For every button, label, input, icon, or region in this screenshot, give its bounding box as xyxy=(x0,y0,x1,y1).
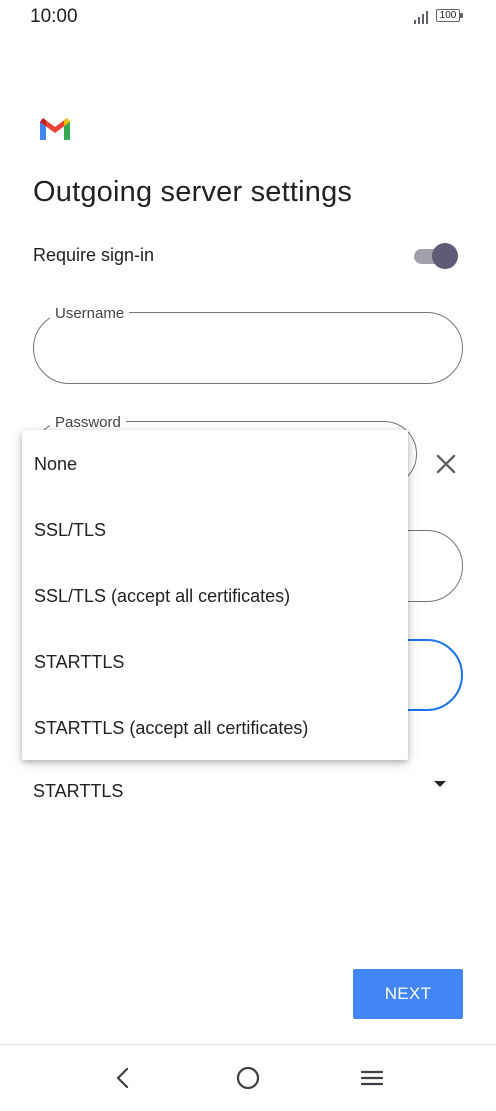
menu-item-label: STARTTLS xyxy=(34,652,125,672)
menu-item-starttls-accept-all[interactable]: STARTTLS (accept all certificates) xyxy=(22,694,408,760)
navigation-bar xyxy=(0,1044,496,1111)
menu-item-label: STARTTLS (accept all certificates) xyxy=(34,718,309,738)
home-icon[interactable] xyxy=(233,1063,263,1093)
menu-item-label: SSL/TLS (accept all certificates) xyxy=(34,586,291,606)
menu-item-label: None xyxy=(34,454,78,474)
clear-icon[interactable] xyxy=(432,450,460,478)
menu-item-ssl-tls-accept-all[interactable]: SSL/TLS (accept all certificates) xyxy=(22,562,408,628)
menu-item-none[interactable]: None xyxy=(22,430,408,496)
menu-icon[interactable] xyxy=(357,1063,387,1093)
menu-item-starttls[interactable]: STARTTLS xyxy=(22,628,408,694)
menu-item-label: SSL/TLS xyxy=(34,520,107,540)
username-field[interactable] xyxy=(33,312,463,384)
dropdown-arrow-icon[interactable] xyxy=(433,779,447,789)
battery-icon: 100 xyxy=(436,9,464,24)
menu-item-ssl-tls[interactable]: SSL/TLS xyxy=(22,496,408,562)
security-type-select[interactable]: STARTTLS xyxy=(33,781,123,802)
require-signin-toggle[interactable] xyxy=(411,241,461,271)
username-label: Username xyxy=(50,305,130,322)
gmail-logo-icon xyxy=(40,118,70,140)
password-label: Password xyxy=(50,414,126,431)
security-dropdown-menu: None SSL/TLS SSL/TLS (accept all certifi… xyxy=(22,430,408,760)
status-time: 10:00 xyxy=(30,6,78,27)
next-button[interactable]: NEXT xyxy=(353,969,463,1019)
require-signin-label: Require sign-in xyxy=(33,245,155,265)
battery-level: 100 xyxy=(436,9,460,22)
signal-icon xyxy=(414,11,428,24)
back-icon[interactable] xyxy=(108,1063,138,1093)
status-bar: 10:00 100 xyxy=(0,0,496,34)
page-title: Outgoing server settings xyxy=(33,176,353,208)
